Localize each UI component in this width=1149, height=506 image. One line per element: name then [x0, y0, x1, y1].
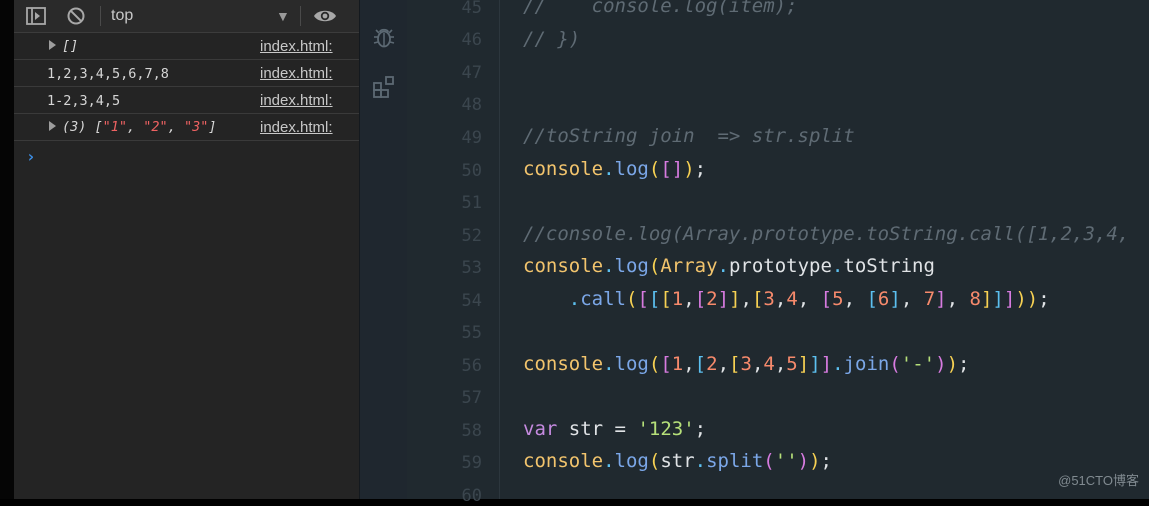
console-message: [] [62, 38, 79, 54]
source-link[interactable]: index.html: [260, 92, 333, 109]
console-message: 1-2,3,4,5 [47, 93, 121, 109]
extensions-icon[interactable] [371, 74, 397, 100]
expand-triangle-icon[interactable] [49, 40, 56, 50]
code-line: //toString join => str.split [523, 125, 855, 147]
array-item: "2" [143, 119, 168, 135]
line-number: 57 [461, 388, 482, 408]
array-prefix: (3) [ [62, 119, 103, 135]
expand-triangle-icon[interactable] [49, 121, 56, 131]
console-message: (3) ["1", "2", "3"] [62, 119, 217, 135]
code-line: console.log(str.split('')); [523, 450, 832, 472]
line-number: 53 [461, 258, 482, 278]
line-number: 56 [461, 356, 482, 376]
eye-icon[interactable] [313, 5, 336, 27]
code-editor[interactable]: 45 46 47 48 49 50 51 52 53 54 55 56 57 5… [407, 0, 1149, 506]
line-number: 47 [461, 63, 482, 83]
line-number: 52 [461, 226, 482, 246]
watermark: @51CTO博客 [1058, 473, 1139, 488]
code-line: //console.log(Array.prototype.toString.c… [523, 223, 1130, 245]
console-row: 1-2,3,4,5 index.html: [14, 87, 359, 114]
source-link[interactable]: index.html: [260, 65, 333, 82]
code-line: .call([[[1,[2]],[3,4, [5, [6], 7], 8]]])… [568, 288, 1050, 310]
devtools-console-panel: top ▼ [] index.html: 1,2,3,4,5,6,7,8 ind… [14, 0, 359, 499]
line-number: 50 [461, 161, 482, 181]
line-number: 51 [461, 193, 482, 213]
console-row[interactable]: (3) ["1", "2", "3"] index.html: [14, 114, 359, 141]
sidebar-toggle-icon[interactable] [25, 5, 47, 27]
clear-console-icon[interactable] [65, 5, 87, 27]
console-row: 1,2,3,4,5,6,7,8 index.html: [14, 60, 359, 87]
code-line: // console.log(item); [523, 0, 798, 17]
debug-bug-icon[interactable] [371, 24, 397, 50]
console-prompt-icon[interactable]: › [26, 147, 36, 166]
line-number: 60 [461, 486, 482, 506]
line-number: 48 [461, 95, 482, 115]
line-number: 45 [461, 0, 482, 18]
code-line: console.log(Array.prototype.toString [523, 255, 935, 277]
toolbar-divider [100, 6, 101, 26]
line-number: 49 [461, 128, 482, 148]
console-messages: [] index.html: 1,2,3,4,5,6,7,8 index.htm… [14, 33, 359, 141]
chevron-down-icon[interactable]: ▼ [276, 4, 290, 28]
code-line: // }) [523, 28, 581, 50]
array-item: "1" [102, 119, 128, 135]
array-suffix: ] [208, 119, 217, 135]
line-number: 59 [461, 453, 482, 473]
line-number: 46 [461, 30, 482, 50]
code-line: var str = '123'; [523, 418, 707, 440]
source-link[interactable]: index.html: [260, 38, 333, 55]
context-selector[interactable]: top [111, 4, 291, 28]
line-number: 55 [461, 323, 482, 343]
code-line: console.log([]); [523, 158, 707, 180]
code-line: console.log([1,[2,[3,4,5]]].join('-')); [523, 353, 970, 375]
console-row[interactable]: [] index.html: [14, 33, 359, 60]
console-toolbar: top ▼ [14, 0, 359, 33]
toolbar-divider [300, 6, 301, 26]
context-selector-value: top [111, 7, 134, 24]
left-edge [0, 0, 14, 499]
line-number: 58 [461, 421, 482, 441]
editor-activity-bar [359, 0, 408, 499]
source-link[interactable]: index.html: [260, 119, 333, 136]
gutter-divider [499, 0, 500, 499]
line-number: 54 [461, 291, 482, 311]
console-message: 1,2,3,4,5,6,7,8 [47, 66, 169, 82]
array-item: "3" [183, 119, 209, 135]
